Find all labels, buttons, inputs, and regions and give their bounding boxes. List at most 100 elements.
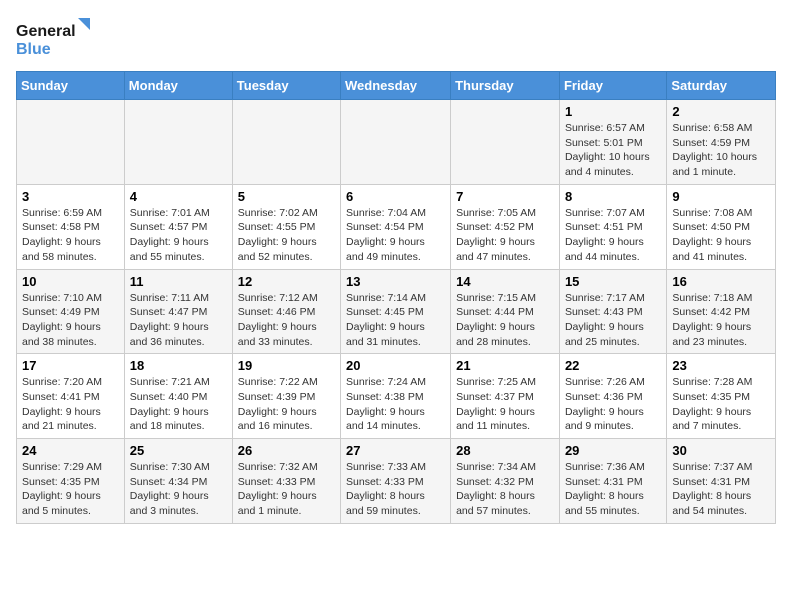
day-cell: 16Sunrise: 7:18 AMSunset: 4:42 PMDayligh… xyxy=(667,269,776,354)
day-number: 3 xyxy=(22,189,119,204)
day-info: Sunrise: 7:26 AMSunset: 4:36 PMDaylight:… xyxy=(565,375,661,434)
day-cell: 22 Sunrise: 7:26 AMSunset: 4:36 PMDayligh… xyxy=(559,354,666,439)
day-number: 14 xyxy=(456,274,554,289)
day-number: 17 xyxy=(22,358,119,373)
day-info: Sunrise: 7:11 AMSunset: 4:47 PMDaylight:… xyxy=(130,291,227,350)
week-row-5: 24 Sunrise: 7:29 AMSunset: 4:35 PMDayligh… xyxy=(17,439,776,524)
day-info: Sunrise: 7:10 AMSunset: 4:49 PMDaylight:… xyxy=(22,291,119,350)
day-info: Sunrise: 7:32 AMSunset: 4:33 PMDaylight:… xyxy=(238,460,335,519)
header-cell-thursday: Thursday xyxy=(451,72,560,100)
day-cell: 3 Sunrise: 6:59 AMSunset: 4:58 PMDaylight… xyxy=(17,184,125,269)
day-cell: 20Sunrise: 7:24 AMSunset: 4:38 PMDayligh… xyxy=(341,354,451,439)
day-number: 24 xyxy=(22,443,119,458)
day-number: 10 xyxy=(22,274,119,289)
day-cell: 1 Sunrise: 6:57 AMSunset: 5:01 PMDaylight… xyxy=(559,100,666,185)
day-info: Sunrise: 6:57 AMSunset: 5:01 PMDaylight:… xyxy=(565,121,661,180)
day-info: Sunrise: 7:25 AMSunset: 4:37 PMDaylight:… xyxy=(456,375,554,434)
day-cell: 30 Sunrise: 7:37 AMSunset: 4:31 PMDayligh… xyxy=(667,439,776,524)
day-cell: 10 Sunrise: 7:10 AMSunset: 4:49 PMDayligh… xyxy=(17,269,125,354)
day-cell xyxy=(341,100,451,185)
day-number: 26 xyxy=(238,443,335,458)
day-info: Sunrise: 7:33 AMSunset: 4:33 PMDaylight:… xyxy=(346,460,445,519)
day-number: 11 xyxy=(130,274,227,289)
day-info: Sunrise: 7:24 AMSunset: 4:38 PMDaylight:… xyxy=(346,375,445,434)
day-cell: 19 Sunrise: 7:22 AMSunset: 4:39 PMDayligh… xyxy=(232,354,340,439)
day-cell: 27Sunrise: 7:33 AMSunset: 4:33 PMDayligh… xyxy=(341,439,451,524)
day-number: 19 xyxy=(238,358,335,373)
day-info: Sunrise: 7:14 AMSunset: 4:45 PMDaylight:… xyxy=(346,291,445,350)
day-info: Sunrise: 7:21 AMSunset: 4:40 PMDaylight:… xyxy=(130,375,227,434)
day-number: 9 xyxy=(672,189,770,204)
day-cell: 6 Sunrise: 7:04 AMSunset: 4:54 PMDaylight… xyxy=(341,184,451,269)
day-info: Sunrise: 7:34 AMSunset: 4:32 PMDaylight:… xyxy=(456,460,554,519)
header-row: SundayMondayTuesdayWednesdayThursdayFrid… xyxy=(17,72,776,100)
day-cell: 4 Sunrise: 7:01 AMSunset: 4:57 PMDaylight… xyxy=(124,184,232,269)
logo: GeneralBlue xyxy=(16,16,96,61)
week-row-3: 10 Sunrise: 7:10 AMSunset: 4:49 PMDayligh… xyxy=(17,269,776,354)
day-cell: 2 Sunrise: 6:58 AMSunset: 4:59 PMDaylight… xyxy=(667,100,776,185)
day-number: 23 xyxy=(672,358,770,373)
day-number: 7 xyxy=(456,189,554,204)
day-info: Sunrise: 7:15 AMSunset: 4:44 PMDaylight:… xyxy=(456,291,554,350)
day-number: 28 xyxy=(456,443,554,458)
day-number: 2 xyxy=(672,104,770,119)
header-cell-saturday: Saturday xyxy=(667,72,776,100)
day-cell xyxy=(232,100,340,185)
week-row-4: 17 Sunrise: 7:20 AMSunset: 4:41 PMDayligh… xyxy=(17,354,776,439)
day-number: 15 xyxy=(565,274,661,289)
day-info: Sunrise: 7:17 AMSunset: 4:43 PMDaylight:… xyxy=(565,291,661,350)
day-info: Sunrise: 7:20 AMSunset: 4:41 PMDaylight:… xyxy=(22,375,119,434)
day-info: Sunrise: 7:28 AMSunset: 4:35 PMDaylight:… xyxy=(672,375,770,434)
day-info: Sunrise: 7:05 AMSunset: 4:52 PMDaylight:… xyxy=(456,206,554,265)
day-info: Sunrise: 7:07 AMSunset: 4:51 PMDaylight:… xyxy=(565,206,661,265)
day-cell: 7 Sunrise: 7:05 AMSunset: 4:52 PMDaylight… xyxy=(451,184,560,269)
day-cell: 17 Sunrise: 7:20 AMSunset: 4:41 PMDayligh… xyxy=(17,354,125,439)
day-cell: 15 Sunrise: 7:17 AMSunset: 4:43 PMDayligh… xyxy=(559,269,666,354)
header-cell-monday: Monday xyxy=(124,72,232,100)
week-row-1: 1 Sunrise: 6:57 AMSunset: 5:01 PMDaylight… xyxy=(17,100,776,185)
day-info: Sunrise: 7:04 AMSunset: 4:54 PMDaylight:… xyxy=(346,206,445,265)
day-cell: 11 Sunrise: 7:11 AMSunset: 4:47 PMDayligh… xyxy=(124,269,232,354)
day-cell: 5 Sunrise: 7:02 AMSunset: 4:55 PMDaylight… xyxy=(232,184,340,269)
day-info: Sunrise: 7:22 AMSunset: 4:39 PMDaylight:… xyxy=(238,375,335,434)
day-cell: 28 Sunrise: 7:34 AMSunset: 4:32 PMDayligh… xyxy=(451,439,560,524)
day-cell: 18 Sunrise: 7:21 AMSunset: 4:40 PMDayligh… xyxy=(124,354,232,439)
day-cell: 14 Sunrise: 7:15 AMSunset: 4:44 PMDayligh… xyxy=(451,269,560,354)
day-cell: 24 Sunrise: 7:29 AMSunset: 4:35 PMDayligh… xyxy=(17,439,125,524)
day-number: 25 xyxy=(130,443,227,458)
day-number: 6 xyxy=(346,189,445,204)
svg-text:General: General xyxy=(16,23,76,40)
header-cell-wednesday: Wednesday xyxy=(341,72,451,100)
svg-text:Blue: Blue xyxy=(16,41,51,58)
day-cell: 26 Sunrise: 7:32 AMSunset: 4:33 PMDayligh… xyxy=(232,439,340,524)
header-cell-friday: Friday xyxy=(559,72,666,100)
day-cell: 29Sunrise: 7:36 AMSunset: 4:31 PMDayligh… xyxy=(559,439,666,524)
logo-svg: GeneralBlue xyxy=(16,16,96,61)
day-info: Sunrise: 7:36 AMSunset: 4:31 PMDaylight:… xyxy=(565,460,661,519)
day-info: Sunrise: 7:29 AMSunset: 4:35 PMDaylight:… xyxy=(22,460,119,519)
day-info: Sunrise: 7:37 AMSunset: 4:31 PMDaylight:… xyxy=(672,460,770,519)
day-number: 5 xyxy=(238,189,335,204)
day-number: 18 xyxy=(130,358,227,373)
day-cell xyxy=(17,100,125,185)
day-info: Sunrise: 7:02 AMSunset: 4:55 PMDaylight:… xyxy=(238,206,335,265)
calendar-table: SundayMondayTuesdayWednesdayThursdayFrid… xyxy=(16,71,776,524)
day-cell xyxy=(451,100,560,185)
week-row-2: 3 Sunrise: 6:59 AMSunset: 4:58 PMDaylight… xyxy=(17,184,776,269)
day-number: 1 xyxy=(565,104,661,119)
header-cell-tuesday: Tuesday xyxy=(232,72,340,100)
day-number: 16 xyxy=(672,274,770,289)
day-cell xyxy=(124,100,232,185)
day-number: 21 xyxy=(456,358,554,373)
day-info: Sunrise: 6:58 AMSunset: 4:59 PMDaylight:… xyxy=(672,121,770,180)
day-number: 30 xyxy=(672,443,770,458)
day-number: 4 xyxy=(130,189,227,204)
day-info: Sunrise: 7:30 AMSunset: 4:34 PMDaylight:… xyxy=(130,460,227,519)
day-info: Sunrise: 7:01 AMSunset: 4:57 PMDaylight:… xyxy=(130,206,227,265)
day-number: 8 xyxy=(565,189,661,204)
day-info: Sunrise: 6:59 AMSunset: 4:58 PMDaylight:… xyxy=(22,206,119,265)
day-cell: 12Sunrise: 7:12 AMSunset: 4:46 PMDayligh… xyxy=(232,269,340,354)
day-number: 22 xyxy=(565,358,661,373)
day-number: 13 xyxy=(346,274,445,289)
day-cell: 13 Sunrise: 7:14 AMSunset: 4:45 PMDayligh… xyxy=(341,269,451,354)
